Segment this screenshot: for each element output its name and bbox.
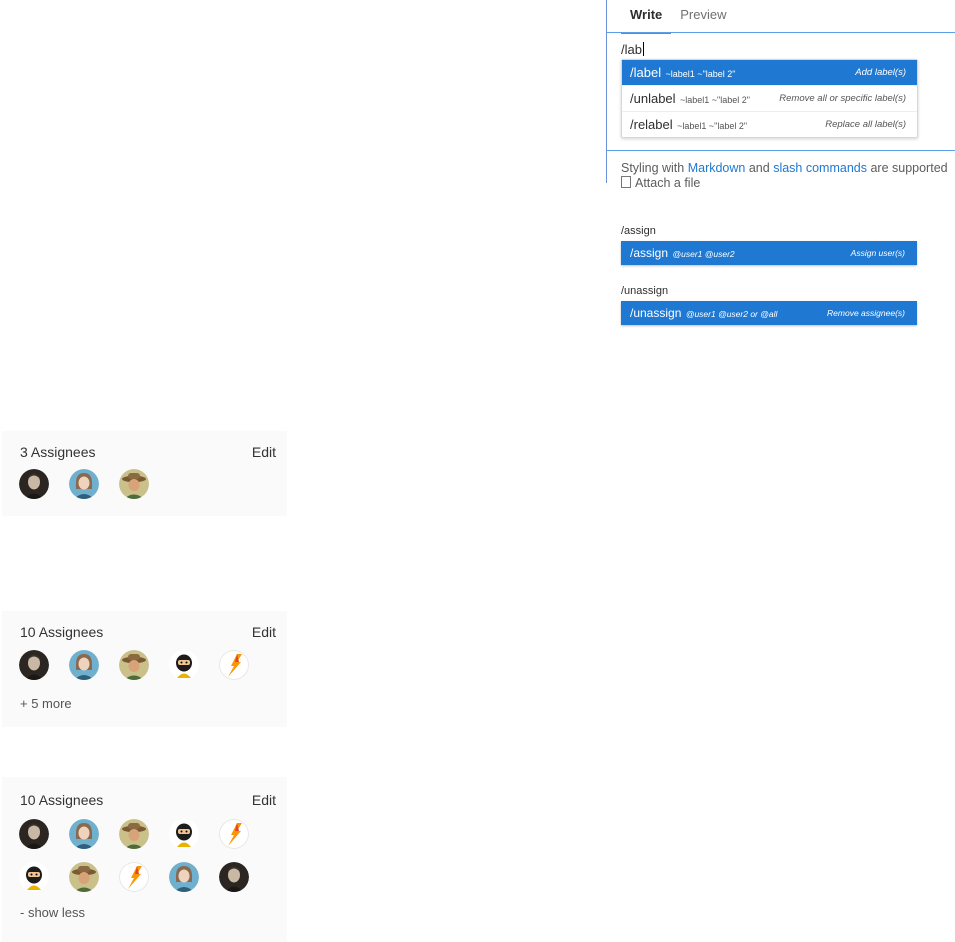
user-blue-avatar-icon[interactable] — [169, 862, 199, 892]
help-middle: and — [745, 161, 774, 175]
suggestion-relabel[interactable]: /relabel ~label1 ~"label 2" Replace all … — [622, 111, 917, 137]
user-blue-avatar-icon[interactable] — [69, 650, 99, 680]
suggestion-command: /unassign — [630, 306, 682, 320]
suggestion-args: @user1 @user2 — [672, 249, 735, 259]
suggestion-command: /label — [630, 65, 662, 80]
help-suffix: are supported — [866, 161, 948, 175]
attach-file-label: Attach a file — [635, 176, 701, 190]
user-dark-avatar-icon[interactable] — [19, 819, 49, 849]
assignees-title: 10 Assignees — [20, 624, 104, 640]
file-icon — [621, 176, 631, 188]
suggestion-args: ~label1 ~"label 2" — [680, 95, 750, 105]
user-fox-avatar-icon[interactable] — [119, 862, 149, 892]
suggestion-args: ~label1 ~"label 2" — [665, 69, 736, 79]
user-fox-avatar-icon[interactable] — [219, 819, 249, 849]
suggestion-args: @user1 @user2 or @all — [685, 309, 778, 319]
user-hat-avatar-icon[interactable] — [69, 862, 99, 892]
assignees-panel-10-expanded: 10 Assignees Edit - show less — [2, 777, 287, 942]
attach-file-button[interactable]: Attach a file — [621, 176, 700, 190]
user-ninja-avatar-icon[interactable] — [169, 650, 199, 680]
tab-preview[interactable]: Preview — [671, 0, 735, 32]
show-less-assignees-link[interactable]: - show less — [20, 905, 85, 920]
show-more-assignees-link[interactable]: + 5 more — [20, 696, 72, 711]
assign-typed-text: /assign — [621, 225, 656, 237]
user-hat-avatar-icon[interactable] — [119, 819, 149, 849]
suggestion-command: /assign — [630, 246, 669, 260]
suggestion-description: Assign user(s) — [850, 248, 905, 258]
edit-assignees-button[interactable]: Edit — [252, 624, 276, 640]
user-dark-avatar-icon[interactable] — [19, 650, 49, 680]
edit-assignees-button[interactable]: Edit — [252, 792, 276, 808]
user-hat-avatar-icon[interactable] — [119, 650, 149, 680]
assignees-title: 3 Assignees — [20, 444, 96, 460]
suggestion-description: Remove assignee(s) — [827, 308, 905, 318]
suggestion-unlabel[interactable]: /unlabel ~label1 ~"label 2" Remove all o… — [622, 85, 917, 111]
editor-footer-divider — [607, 150, 955, 151]
slash-command-dropdown: /label ~label1 ~"label 2" Add label(s) /… — [621, 59, 918, 138]
user-blue-avatar-icon[interactable] — [69, 819, 99, 849]
comment-editor: Write Preview /lab /label ~label1 ~"labe… — [606, 0, 955, 190]
markdown-link[interactable]: Markdown — [688, 161, 746, 175]
suggestion-description: Remove all or specific label(s) — [779, 93, 906, 104]
unassign-example: /unassign /unassign @user1 @user2 or @al… — [621, 285, 917, 325]
user-blue-avatar-icon[interactable] — [69, 469, 99, 499]
assign-example: /assign /assign @user1 @user2 Assign use… — [621, 225, 917, 265]
comment-textarea[interactable]: /lab — [621, 42, 644, 57]
user-dark-avatar-icon[interactable] — [219, 862, 249, 892]
slash-commands-link[interactable]: slash commands — [773, 161, 867, 175]
edit-assignees-button[interactable]: Edit — [252, 444, 276, 460]
suggestion-label[interactable]: /label ~label1 ~"label 2" Add label(s) — [622, 60, 917, 85]
suggestion-assign[interactable]: /assign @user1 @user2 Assign user(s) — [621, 241, 917, 265]
suggestion-unassign[interactable]: /unassign @user1 @user2 or @all Remove a… — [621, 301, 917, 325]
user-fox-avatar-icon[interactable] — [219, 650, 249, 680]
suggestion-command: /unlabel — [630, 91, 676, 106]
suggestion-args: ~label1 ~"label 2" — [677, 121, 748, 131]
suggestion-description: Add label(s) — [855, 67, 906, 78]
assignees-title: 10 Assignees — [20, 792, 104, 808]
editor-tabs: Write Preview — [621, 0, 736, 34]
typed-text: /lab — [621, 42, 642, 57]
user-ninja-avatar-icon[interactable] — [169, 819, 199, 849]
tabs-divider — [607, 32, 955, 33]
markdown-help-text: Styling with Markdown and slash commands… — [621, 161, 948, 175]
suggestion-command: /relabel — [630, 117, 673, 132]
suggestion-description: Replace all label(s) — [825, 119, 906, 130]
assignees-panel-3: 3 Assignees Edit — [2, 431, 287, 516]
text-caret — [642, 42, 644, 56]
user-dark-avatar-icon[interactable] — [19, 469, 49, 499]
tab-write[interactable]: Write — [621, 0, 672, 34]
assignees-panel-10-collapsed: 10 Assignees Edit + 5 more — [2, 611, 287, 727]
user-ninja-avatar-icon[interactable] — [19, 862, 49, 892]
help-prefix: Styling with — [621, 161, 688, 175]
user-hat-avatar-icon[interactable] — [119, 469, 149, 499]
unassign-typed-text: /unassign — [621, 285, 669, 297]
